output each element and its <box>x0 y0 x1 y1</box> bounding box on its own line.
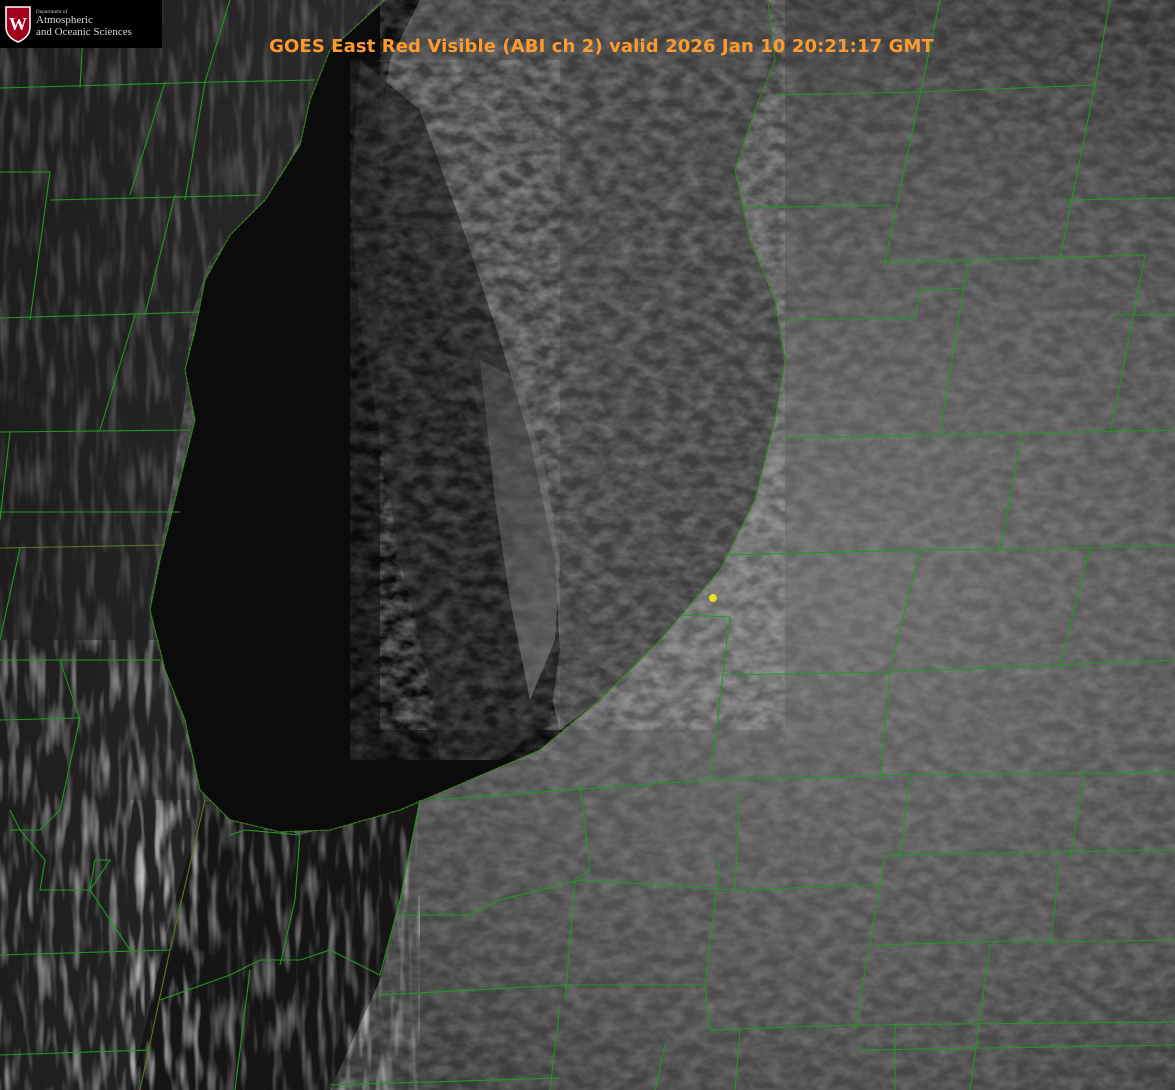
satellite-image <box>0 0 1175 1090</box>
crest-letter: W <box>9 14 27 34</box>
image-title: GOES East Red Visible (ABI ch 2) valid 2… <box>0 36 1175 57</box>
logo-line-1: Atmospheric <box>36 14 93 27</box>
logo-text: Department of Atmospheric and Oceanic Sc… <box>36 10 132 38</box>
station-marker-icon <box>709 594 717 602</box>
image-title-text: GOES East Red Visible (ABI ch 2) valid 2… <box>269 36 934 57</box>
